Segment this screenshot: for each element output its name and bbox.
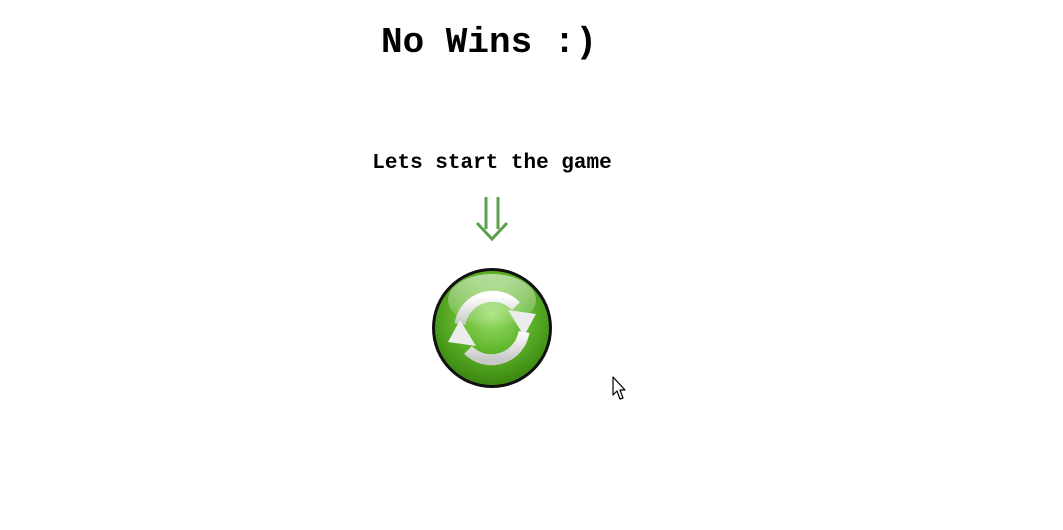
start-prompt: Lets start the game	[372, 152, 612, 175]
restart-button[interactable]	[430, 266, 554, 390]
mouse-pointer-icon	[612, 376, 626, 400]
status-title: No Wins :)	[380, 22, 598, 63]
double-down-arrow-icon	[475, 197, 509, 242]
